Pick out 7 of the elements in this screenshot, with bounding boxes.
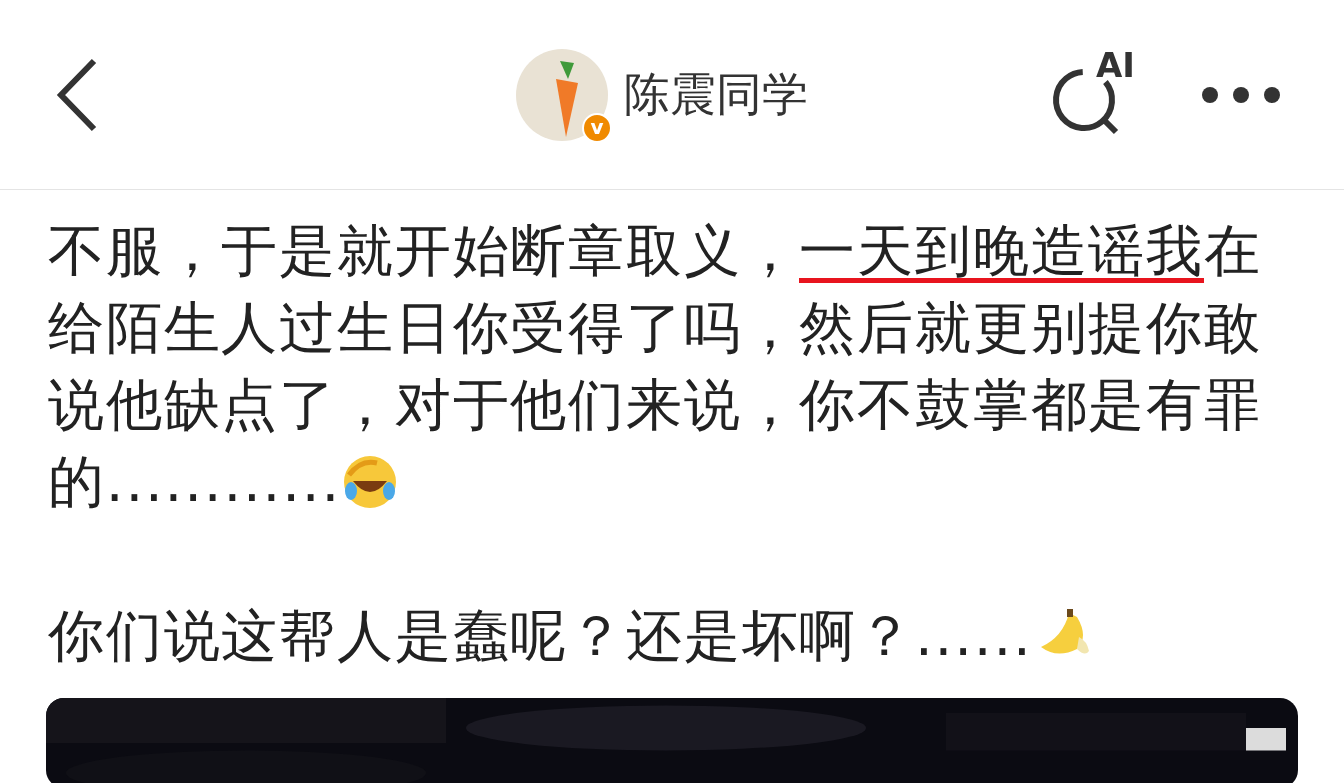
author-name[interactable]: 陈震同学 [624, 60, 808, 129]
back-icon[interactable] [56, 57, 98, 132]
post-text: 不服，于是就开始断章取义，一天到晚造谣我在给陌生人过生日你受得了吗，然后就更别提你敢说他缺点了，对于他们来说，你不鼓掌都是有罪的............ [48, 217, 1263, 516]
laughing-crying-emoji-icon [341, 453, 399, 511]
more-icon[interactable] [1200, 84, 1282, 105]
avatar[interactable] [516, 48, 608, 141]
post-text: 你们说这帮人是蠢呢？还是坏啊？...... [48, 597, 1268, 674]
